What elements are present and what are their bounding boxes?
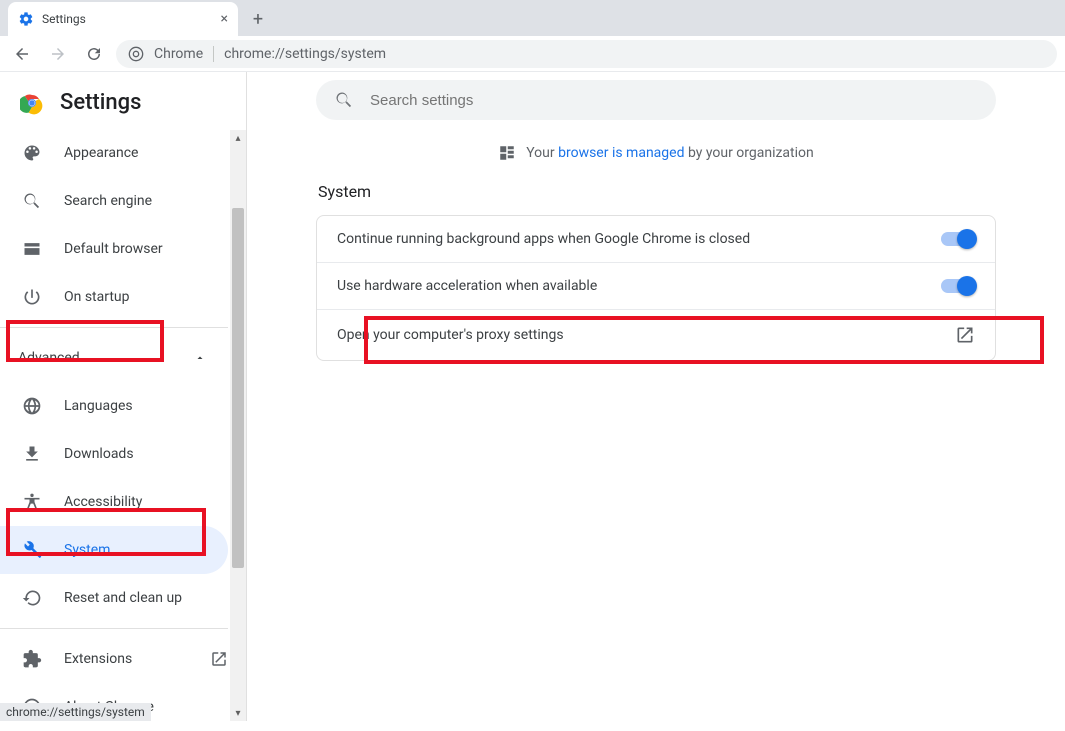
page-title: Settings — [60, 90, 141, 115]
sidebar-item-default-browser[interactable]: Default browser — [0, 225, 228, 273]
sidebar-item-label: System — [64, 542, 110, 558]
wrench-icon — [22, 540, 42, 560]
section-title: System — [316, 182, 996, 201]
scroll-up-icon[interactable]: ▴ — [230, 130, 246, 146]
sidebar-item-label: On startup — [64, 289, 130, 305]
main-panel: Your browser is managed by your organiza… — [247, 72, 1065, 721]
search-icon — [22, 191, 42, 211]
download-icon — [22, 444, 42, 464]
nav-list: Appearance Search engine Default browser… — [0, 123, 246, 731]
sidebar-section-label: Advanced — [18, 350, 80, 366]
sidebar-item-accessibility[interactable]: Accessibility — [0, 478, 228, 526]
omnibox-prefix: Chrome — [154, 46, 203, 62]
sidebar-item-label: Accessibility — [64, 494, 142, 510]
forward-button[interactable] — [44, 40, 72, 68]
logo-row: Settings — [0, 76, 246, 123]
sidebar-item-label: Search engine — [64, 193, 152, 209]
browser-toolbar: Chrome chrome://settings/system — [0, 36, 1065, 72]
setting-hw-accel[interactable]: Use hardware acceleration when available — [317, 262, 995, 309]
back-button[interactable] — [8, 40, 36, 68]
omnibox[interactable]: Chrome chrome://settings/system — [116, 40, 1057, 68]
settings-search[interactable] — [316, 80, 996, 120]
scroll-down-icon[interactable]: ▾ — [230, 705, 246, 721]
open-in-new-icon — [955, 325, 975, 345]
sidebar-item-label: Languages — [64, 398, 133, 414]
managed-link[interactable]: browser is managed — [558, 145, 684, 161]
status-bar: chrome://settings/system — [0, 703, 151, 721]
divider — [0, 628, 228, 629]
sidebar-item-system[interactable]: System — [0, 526, 228, 574]
sidebar-item-on-startup[interactable]: On startup — [0, 273, 228, 321]
system-card: Continue running background apps when Go… — [316, 215, 996, 361]
sidebar-item-appearance[interactable]: Appearance — [0, 129, 228, 177]
search-input[interactable] — [370, 92, 978, 109]
sidebar-item-reset[interactable]: Reset and clean up — [0, 574, 228, 622]
search-icon — [334, 90, 354, 110]
sidebar-item-label: Reset and clean up — [64, 590, 182, 606]
open-in-new-icon — [210, 650, 228, 668]
sidebar-item-languages[interactable]: Languages — [0, 382, 228, 430]
setting-label: Use hardware acceleration when available — [337, 278, 597, 294]
sidebar-item-label: Default browser — [64, 241, 163, 257]
chrome-icon — [128, 46, 144, 62]
divider — [0, 327, 228, 328]
sidebar: Settings Appearance Search engine Defaul… — [0, 72, 247, 721]
scroll-thumb[interactable] — [232, 208, 244, 568]
settings-page: Settings Appearance Search engine Defaul… — [0, 72, 1065, 721]
new-tab-button[interactable]: + — [244, 5, 272, 33]
sidebar-item-label: Downloads — [64, 446, 134, 462]
close-icon[interactable]: × — [221, 11, 228, 27]
managed-text: Your browser is managed by your organiza… — [526, 145, 814, 161]
globe-icon — [22, 396, 42, 416]
sidebar-item-label: Extensions — [64, 651, 132, 667]
scrollbar[interactable]: ▴ ▾ — [230, 130, 246, 721]
sidebar-item-downloads[interactable]: Downloads — [0, 430, 228, 478]
restore-icon — [22, 588, 42, 608]
managed-notice: Your browser is managed by your organiza… — [498, 144, 814, 162]
chevron-up-icon — [194, 352, 206, 364]
toggle-on[interactable] — [941, 232, 975, 246]
domain-icon — [498, 144, 516, 162]
omnibox-url: chrome://settings/system — [224, 46, 386, 62]
tab-strip: Settings × + — [0, 0, 1065, 36]
extension-icon — [22, 649, 42, 669]
setting-proxy[interactable]: Open your computer's proxy settings — [317, 309, 995, 360]
reload-button[interactable] — [80, 40, 108, 68]
sidebar-item-extensions[interactable]: Extensions — [0, 635, 228, 683]
setting-label: Continue running background apps when Go… — [337, 231, 750, 247]
chrome-logo-icon — [20, 91, 44, 115]
divider — [213, 46, 214, 62]
gear-icon — [18, 11, 34, 27]
sidebar-item-label: Appearance — [64, 145, 138, 161]
power-icon — [22, 287, 42, 307]
browser-tab[interactable]: Settings × — [8, 2, 238, 36]
tab-title: Settings — [42, 12, 213, 26]
sidebar-section-advanced[interactable]: Advanced — [0, 334, 228, 382]
palette-icon — [22, 143, 42, 163]
accessibility-icon — [22, 492, 42, 512]
toggle-on[interactable] — [941, 279, 975, 293]
browser-icon — [22, 239, 42, 259]
sidebar-item-search-engine[interactable]: Search engine — [0, 177, 228, 225]
setting-background-apps[interactable]: Continue running background apps when Go… — [317, 216, 995, 262]
setting-label: Open your computer's proxy settings — [337, 327, 564, 343]
